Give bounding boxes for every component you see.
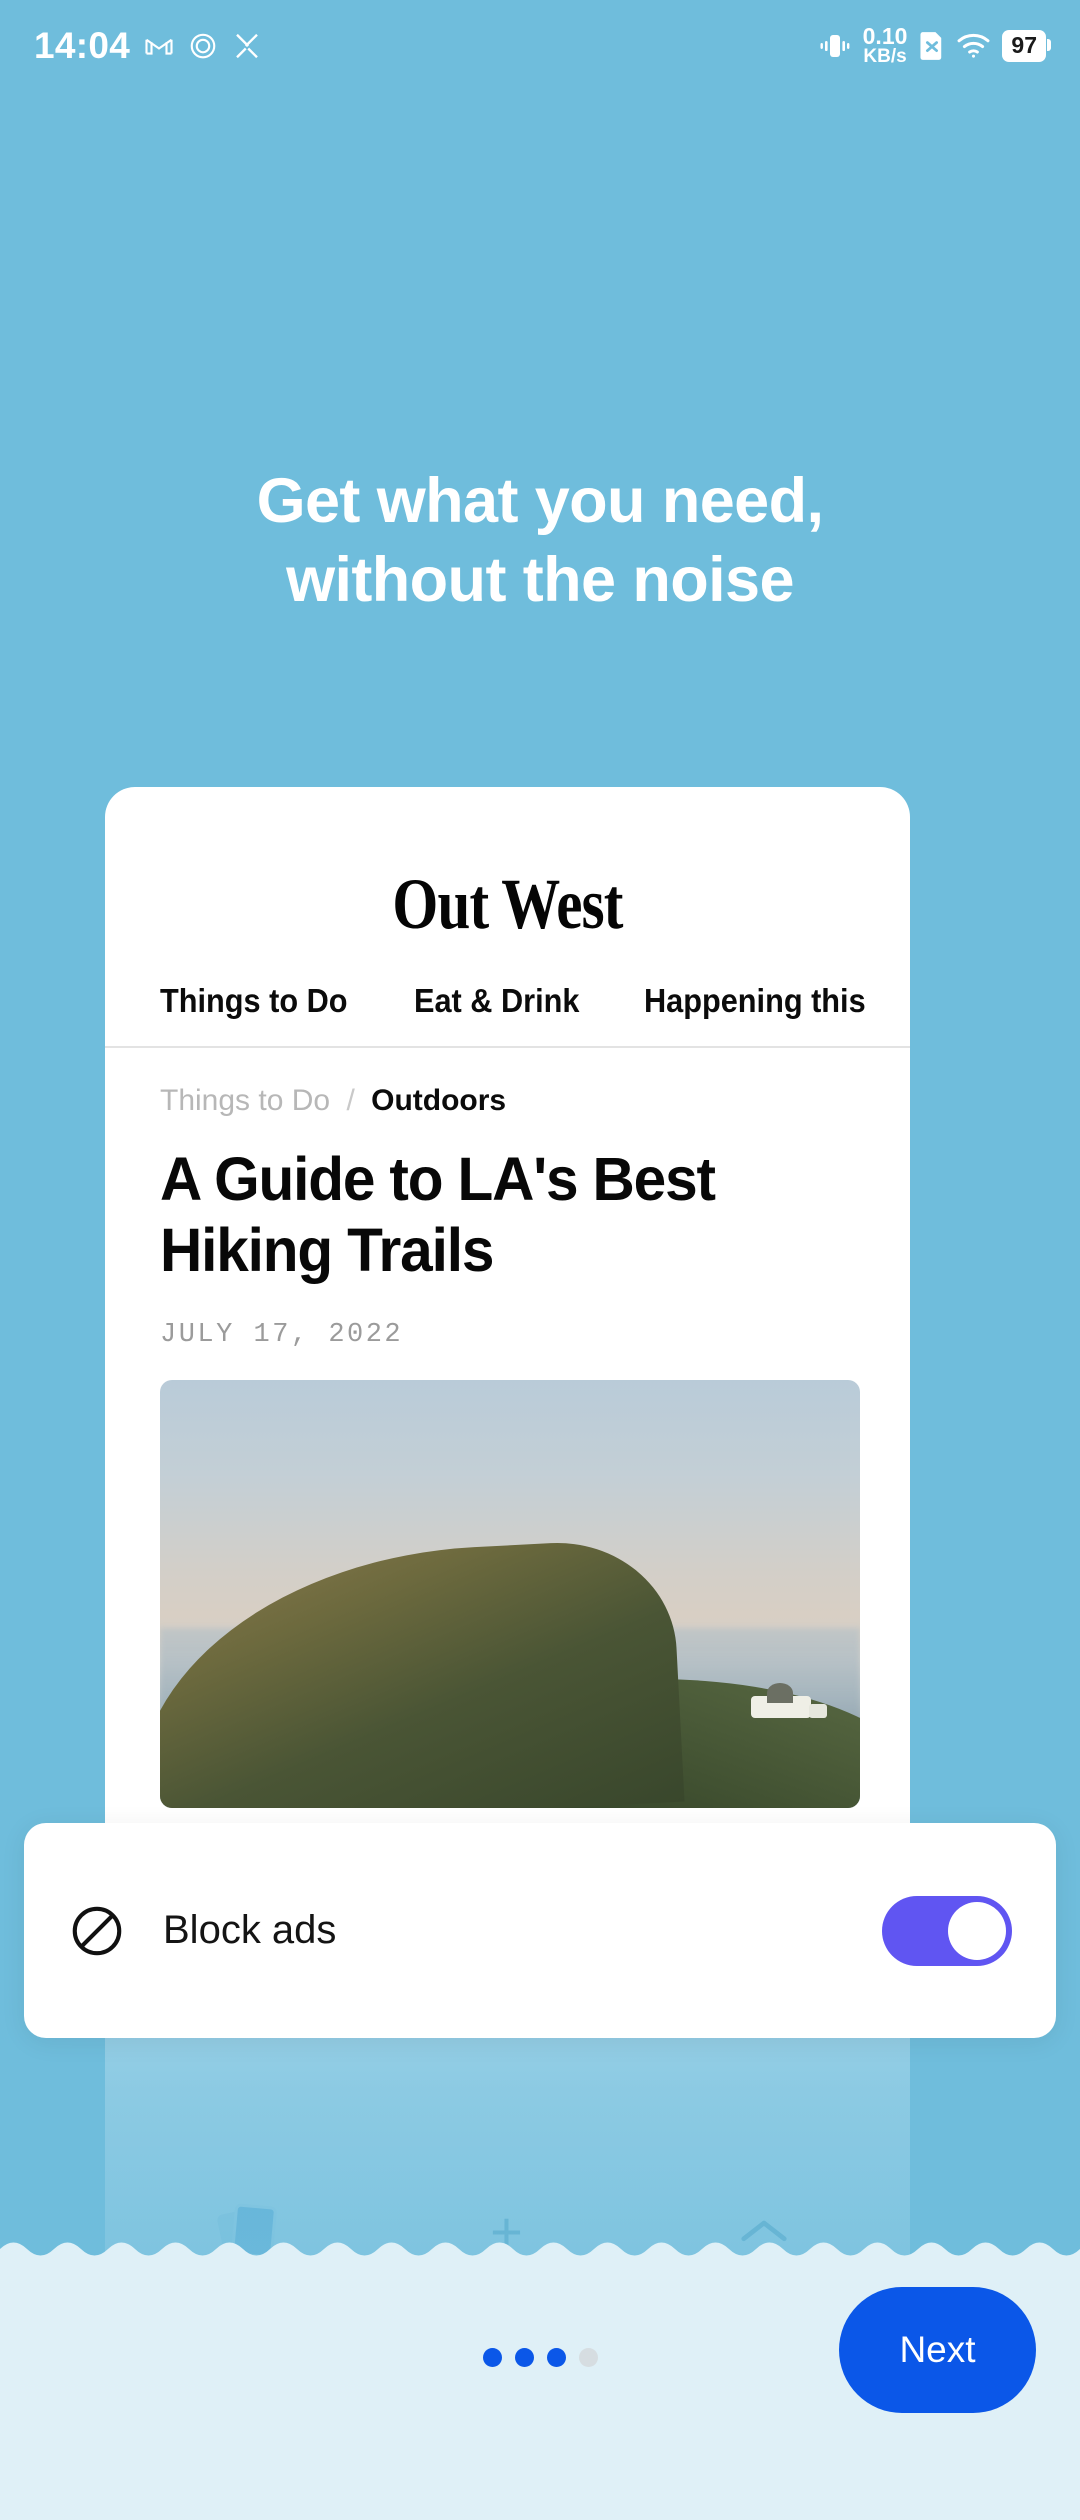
toggle-knob (948, 1901, 1006, 1960)
onboarding-screen: 14:04 0.10 KB/s 97 Get what you need, wi… (0, 0, 1080, 2520)
block-ads-card[interactable]: Block ads (24, 1823, 1056, 2038)
tools-icon (232, 31, 262, 61)
headline-line-1: Get what you need, (256, 466, 824, 536)
page-dot-4[interactable] (578, 2348, 598, 2367)
vibrate-icon (819, 31, 851, 61)
griffith-observatory (751, 1682, 827, 1718)
site-masthead: Out West (105, 787, 910, 946)
site-nav: Things to Do Eat & Drink Happening this (105, 946, 910, 1048)
breadcrumb-current: Outdoors (371, 1084, 507, 1117)
page-title: Get what you need, without the noise (0, 462, 1080, 621)
breadcrumb: Things to Do / Outdoors (160, 1084, 855, 1118)
wave-divider (0, 2242, 1080, 2262)
status-bar-left: 14:04 (34, 25, 262, 67)
article: Things to Do / Outdoors A Guide to LA's … (105, 1048, 910, 1808)
article-hero-image (160, 1379, 860, 1808)
next-button[interactable]: Next (839, 2287, 1036, 2413)
nav-item-eat-and-drink[interactable]: Eat & Drink (414, 982, 579, 1020)
page-dot-1[interactable] (482, 2348, 502, 2367)
nav-item-happening-this[interactable]: Happening this (644, 982, 866, 1020)
network-speed-unit: KB/s (863, 45, 907, 67)
network-speed-value: 0.10 (862, 23, 908, 50)
headline-line-2: without the noise (286, 545, 794, 616)
breadcrumb-parent[interactable]: Things to Do (160, 1084, 330, 1117)
status-bar: 14:04 0.10 KB/s 97 (0, 0, 1080, 92)
status-bar-right: 0.10 KB/s 97 (819, 25, 1051, 66)
browser-preview-card: Out West Things to Do Eat & Drink Happen… (105, 787, 910, 2307)
article-title: A Guide to LA's Best Hiking Trails (160, 1145, 716, 1284)
site-logo: Out West (392, 864, 623, 944)
page-dot-2[interactable] (514, 2348, 534, 2367)
block-ads-toggle[interactable] (882, 1895, 1012, 1966)
breadcrumb-separator: / (346, 1084, 355, 1117)
article-date: JULY 17, 2022 (160, 1319, 404, 1350)
page-dot-3[interactable] (546, 2348, 566, 2367)
bottom-bar: Next (0, 2262, 1080, 2520)
clock-circle-icon (188, 31, 218, 61)
hero-ridge-left (160, 1536, 685, 1808)
wifi-icon (957, 33, 990, 59)
battery-indicator: 97 (1002, 29, 1051, 62)
sim-no-signal-icon (919, 31, 945, 61)
block-ads-label: Block ads (163, 1908, 337, 1952)
gmail-icon (144, 31, 174, 61)
nav-item-things-to-do[interactable]: Things to Do (160, 982, 348, 1020)
status-bar-clock: 14:04 (34, 25, 131, 66)
network-speed-indicator: 0.10 KB/s (863, 25, 908, 66)
no-entry-icon (68, 1902, 126, 1960)
